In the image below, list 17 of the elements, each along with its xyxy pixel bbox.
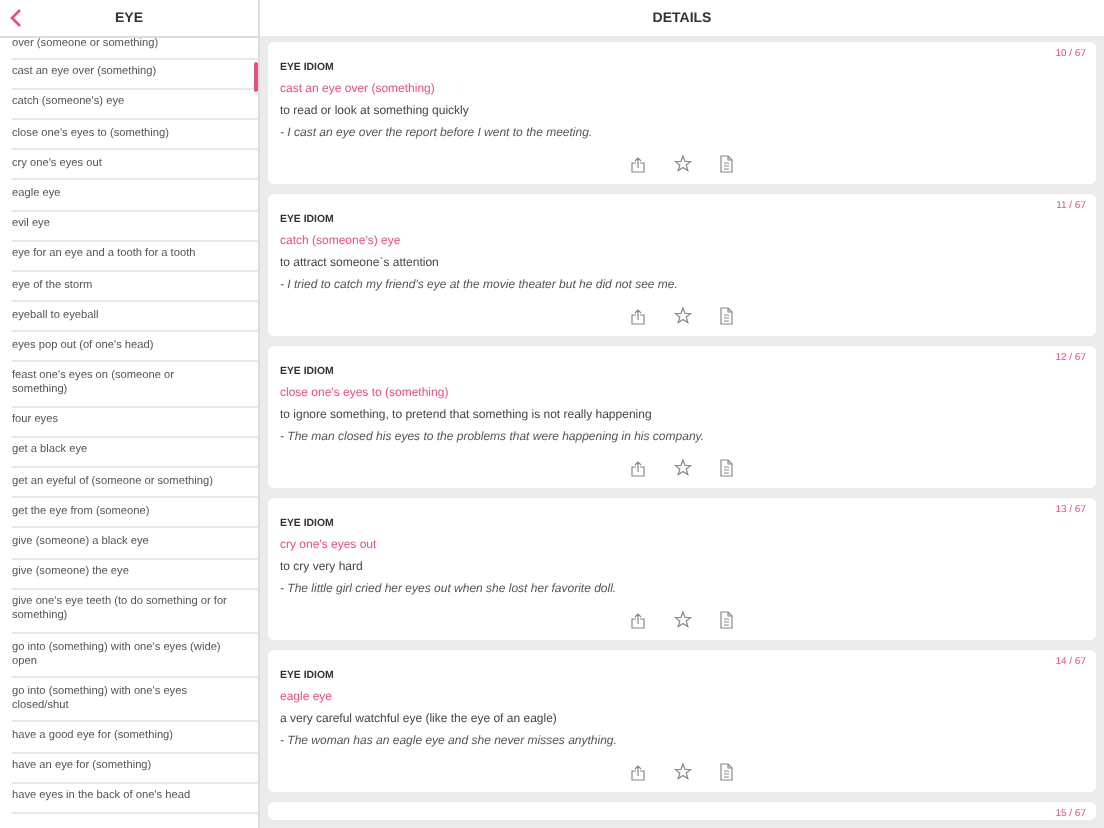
share-icon[interactable] <box>630 306 648 326</box>
share-icon[interactable] <box>630 154 648 174</box>
star-icon[interactable] <box>674 154 692 174</box>
star-icon[interactable] <box>674 306 692 326</box>
share-icon[interactable] <box>630 610 648 630</box>
document-icon[interactable] <box>718 154 736 174</box>
scroll-indicator <box>254 62 258 92</box>
share-icon[interactable] <box>630 762 648 782</box>
star-icon[interactable] <box>674 458 692 478</box>
star-icon[interactable] <box>674 762 692 782</box>
document-icon[interactable] <box>718 306 736 326</box>
document-icon[interactable] <box>718 610 736 630</box>
document-icon[interactable] <box>718 458 736 478</box>
share-icon[interactable] <box>630 458 648 478</box>
back-chevron-icon[interactable] <box>10 8 22 28</box>
star-icon[interactable] <box>674 610 692 630</box>
document-icon[interactable] <box>718 762 736 782</box>
